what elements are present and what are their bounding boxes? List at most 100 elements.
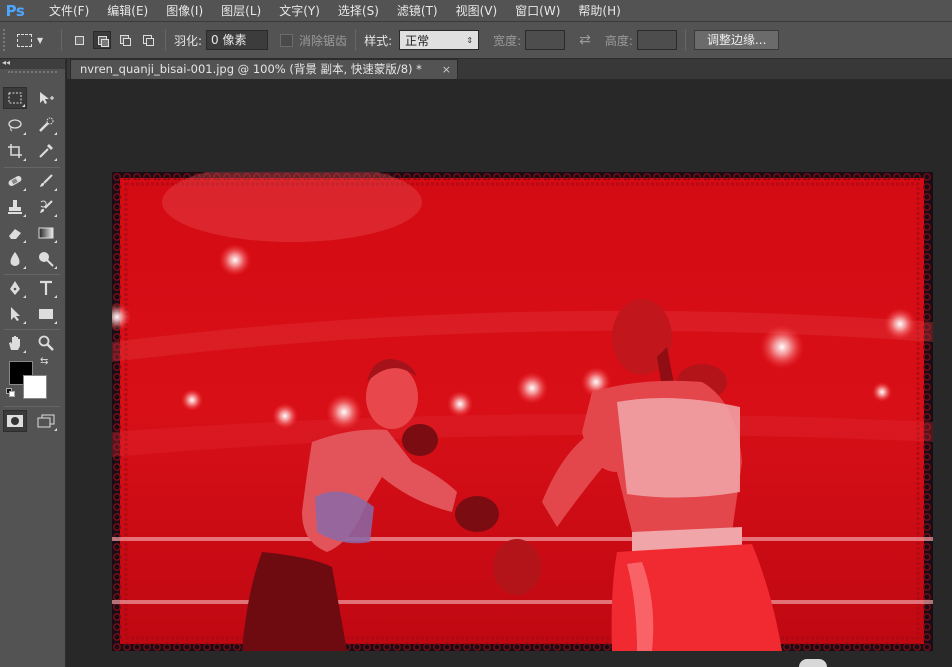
document-tab[interactable]: nvren_quanji_bisai-001.jpg @ 100% (背景 副本…	[70, 59, 458, 79]
eyedropper-tool[interactable]	[34, 140, 58, 162]
lasso-tool[interactable]	[3, 114, 27, 136]
quick-mask-icon	[7, 415, 23, 427]
move-tool[interactable]	[34, 87, 58, 109]
feather-input[interactable]: 0 像素	[206, 30, 269, 50]
antialias-label: 消除锯齿	[299, 33, 348, 48]
options-bar: ▼ 羽化: 0 像素 消除锯齿 样式: 正常 ⇕ 宽度: ⇄ 高度: 调整边缘.…	[0, 22, 952, 59]
eraser-tool[interactable]	[3, 222, 27, 244]
menu-image[interactable]: 图像(I)	[157, 0, 212, 22]
zoom-icon	[38, 335, 54, 351]
menu-layer[interactable]: 图层(L)	[212, 0, 270, 22]
zoom-tool[interactable]	[34, 332, 58, 354]
history-brush-icon	[40, 200, 53, 213]
tools-panel-grip[interactable]	[8, 71, 57, 77]
pen-tool[interactable]	[3, 277, 27, 299]
divider	[684, 29, 686, 51]
height-label: 高度:	[604, 33, 633, 48]
divider	[165, 29, 166, 51]
menu-items: 文件(F) 编辑(E) 图像(I) 图层(L) 文字(Y) 选择(S) 滤镜(T…	[40, 0, 630, 22]
divider	[4, 274, 60, 275]
hand-icon	[9, 336, 20, 350]
select-arrows-icon: ⇕	[466, 35, 474, 45]
crop-tool[interactable]	[3, 140, 27, 162]
document-tab-bar: nvren_quanji_bisai-001.jpg @ 100% (背景 副本…	[67, 59, 952, 79]
selection-mode-buttons	[70, 31, 157, 49]
add-selection-icon-overlay	[101, 39, 109, 47]
gradient-tool[interactable]	[34, 222, 58, 244]
menu-view[interactable]: 视图(V)	[447, 0, 507, 22]
pen-icon	[10, 281, 20, 295]
photoshop-window: Ps 文件(F) 编辑(E) 图像(I) 图层(L) 文字(Y) 选择(S) 滤…	[0, 0, 952, 667]
document-canvas[interactable]	[112, 172, 933, 651]
tools-panel: ◂◂ ⇆	[0, 59, 66, 667]
screen-mode-button[interactable]	[34, 410, 58, 432]
spot-healing-brush-tool[interactable]	[3, 170, 27, 192]
divider	[4, 167, 60, 168]
menu-filter[interactable]: 滤镜(T)	[388, 0, 447, 22]
lasso-icon	[8, 119, 22, 132]
screen-mode-icon	[37, 414, 55, 428]
tool-preset-picker[interactable]: ▼	[17, 33, 53, 47]
background-color-swatch[interactable]	[23, 375, 47, 399]
swap-dimensions-icon[interactable]: ⇄	[579, 32, 591, 48]
rectangle-tool[interactable]	[34, 303, 58, 325]
eyedropper-icon	[39, 144, 53, 158]
gradient-icon	[38, 227, 54, 239]
menu-help[interactable]: 帮助(H)	[569, 0, 629, 22]
options-bar-grip[interactable]	[3, 29, 9, 51]
divider	[355, 29, 357, 51]
path-selection-tool[interactable]	[3, 303, 27, 325]
clone-stamp-tool[interactable]	[3, 196, 27, 218]
move-icon	[40, 92, 54, 104]
menu-edit[interactable]: 编辑(E)	[98, 0, 157, 22]
subtract-selection-icon-overlay	[123, 38, 131, 46]
refine-edge-button[interactable]: 调整边缘...	[693, 30, 780, 50]
swap-colors-icon[interactable]: ⇆	[40, 356, 48, 367]
quick-selection-icon	[39, 117, 54, 132]
type-tool[interactable]	[34, 277, 58, 299]
menu-select[interactable]: 选择(S)	[329, 0, 388, 22]
chevron-down-icon: ▼	[37, 35, 44, 45]
hand-tool[interactable]	[3, 332, 27, 354]
divider	[4, 406, 60, 407]
subtract-from-selection-button[interactable]	[116, 31, 134, 49]
water-drop-icon	[10, 252, 20, 266]
menu-file[interactable]: 文件(F)	[40, 0, 98, 22]
dodge-tool[interactable]	[34, 248, 58, 270]
quick-mask-button[interactable]	[3, 410, 27, 432]
antialias-checkbox[interactable]	[280, 33, 294, 47]
tools-panel-collapse[interactable]: ◂◂	[0, 59, 65, 69]
style-select[interactable]: 正常 ⇕	[399, 30, 480, 50]
boxing-photo-quick-mask	[112, 172, 933, 651]
close-icon[interactable]: ×	[442, 60, 451, 79]
dodge-icon	[39, 252, 54, 267]
style-label: 样式:	[364, 33, 393, 48]
path-selection-icon	[11, 307, 20, 321]
quick-selection-tool[interactable]	[34, 114, 58, 136]
type-icon	[40, 280, 52, 295]
new-selection-button[interactable]	[70, 31, 88, 49]
width-input[interactable]	[525, 30, 566, 50]
height-input[interactable]	[636, 30, 677, 50]
intersect-selection-button[interactable]	[139, 31, 157, 49]
menu-type[interactable]: 文字(Y)	[270, 0, 329, 22]
stamp-icon	[8, 200, 22, 214]
intersect-selection-icon-overlay	[146, 38, 154, 46]
blur-tool[interactable]	[3, 248, 27, 270]
brush-tool[interactable]	[34, 170, 58, 192]
rectangular-marquee-tool[interactable]	[3, 87, 27, 109]
crop-icon	[8, 144, 22, 158]
add-to-selection-button[interactable]	[93, 31, 111, 49]
history-brush-tool[interactable]	[34, 196, 58, 218]
new-selection-icon	[75, 36, 84, 45]
bandage-icon	[8, 176, 22, 186]
photoshop-logo: Ps	[5, 1, 25, 20]
menu-window[interactable]: 窗口(W)	[506, 0, 569, 22]
rectangle-shape-icon	[39, 309, 53, 319]
rectangular-marquee-icon	[8, 92, 22, 104]
width-label: 宽度:	[493, 33, 522, 48]
brush-icon	[40, 174, 53, 187]
menu-bar: Ps 文件(F) 编辑(E) 图像(I) 图层(L) 文字(Y) 选择(S) 滤…	[0, 0, 952, 22]
feather-label: 羽化:	[174, 33, 203, 48]
default-colors-icon[interactable]	[6, 388, 15, 397]
